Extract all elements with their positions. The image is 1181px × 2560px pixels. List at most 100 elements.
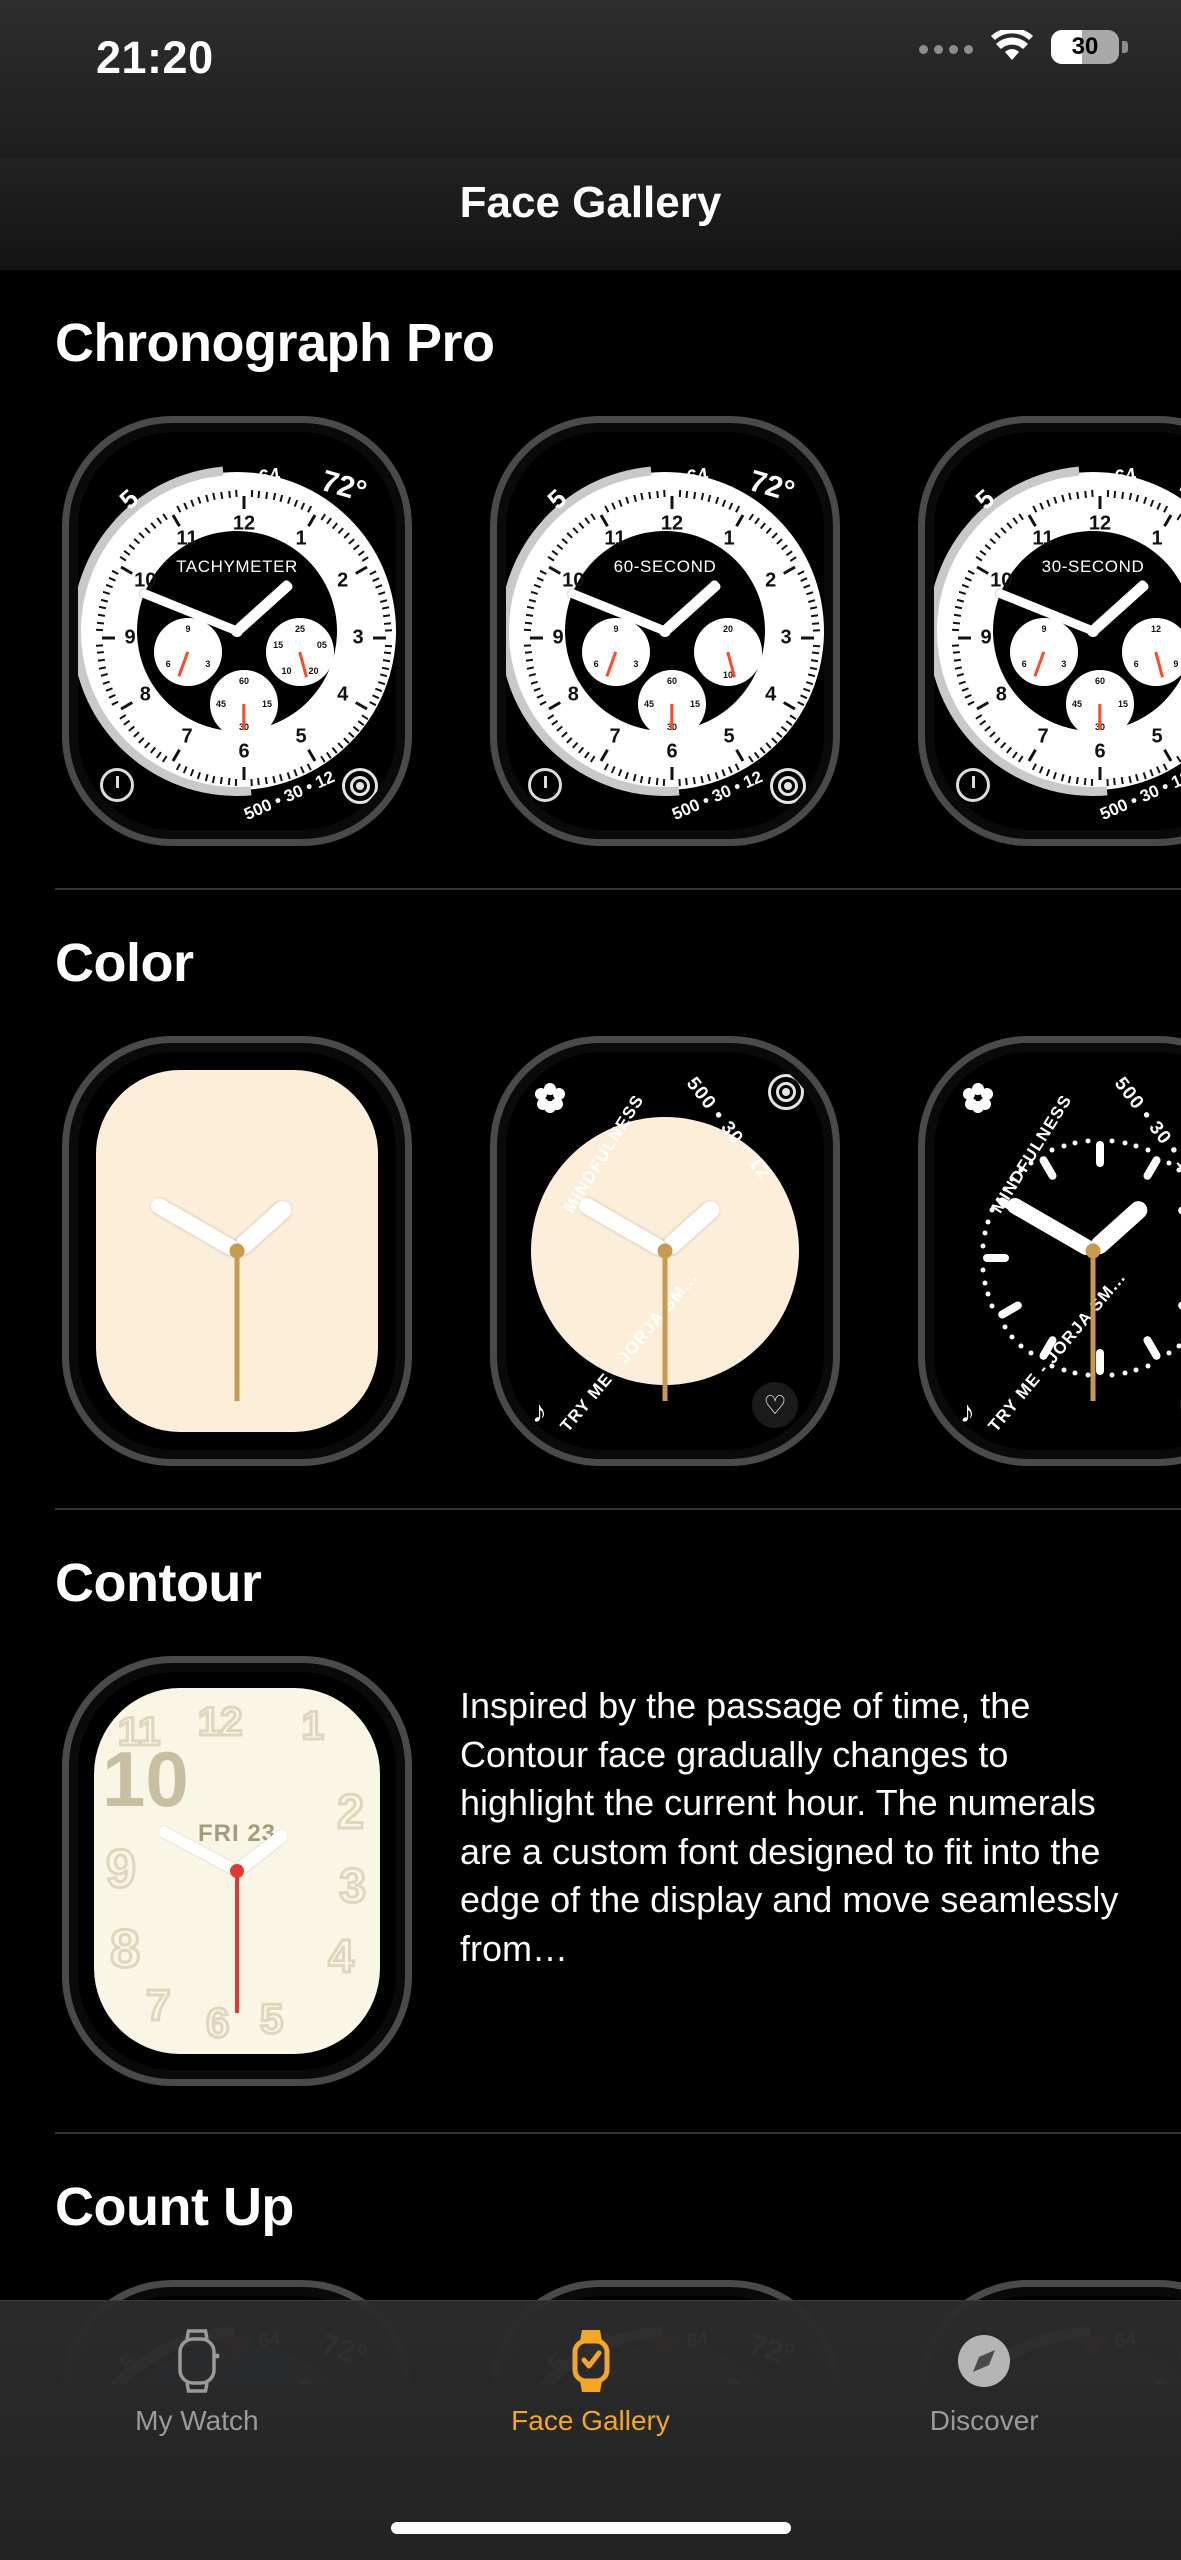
scroll-content[interactable]: Chronograph Pro UVI 5 64 72° 88 TACHYMET… bbox=[0, 270, 1181, 2384]
hour-numeral: 6 bbox=[666, 740, 678, 763]
tab-bar[interactable]: My Watch Face Gallery Discover bbox=[0, 2300, 1181, 2560]
hour-numeral: 4 bbox=[765, 683, 777, 706]
target-rings-icon[interactable] bbox=[342, 768, 378, 804]
hour-numeral: 4 bbox=[337, 683, 349, 706]
wifi-icon bbox=[990, 27, 1034, 64]
hour-numeral: 12 bbox=[1088, 512, 1112, 535]
bezel-label-mid: 64 bbox=[1113, 464, 1138, 489]
page-title: Face Gallery bbox=[459, 178, 722, 227]
hour-numeral: 7 bbox=[1037, 725, 1049, 748]
watch-check-icon bbox=[564, 2329, 618, 2393]
hour-numeral: 9 bbox=[980, 626, 992, 649]
timer-icon[interactable] bbox=[528, 768, 562, 802]
hour-numeral: 3 bbox=[352, 626, 364, 649]
second-hand bbox=[234, 1251, 240, 1401]
mindfulness-flower-icon[interactable] bbox=[532, 1080, 568, 1116]
bezel-label-mid: 64 bbox=[257, 464, 282, 489]
chronograph-subdial: 60153045 bbox=[210, 670, 278, 738]
contour-detail: 10 9 8 7 6 5 4 3 2 1 12 11 FRI 23 Inspir… bbox=[0, 1614, 1181, 2086]
hour-numeral: 5 bbox=[295, 725, 307, 748]
chronograph-subdial: 936 bbox=[154, 618, 222, 686]
mindfulness-flower-icon[interactable] bbox=[960, 1080, 996, 1116]
section-chronograph-pro: Chronograph Pro UVI 5 64 72° 88 TACHYMET… bbox=[0, 270, 1181, 890]
chronograph-subdial: 936 bbox=[1010, 618, 1078, 686]
music-note-icon[interactable]: ♪ bbox=[960, 1398, 975, 1428]
battery-percent: 30 bbox=[1071, 33, 1099, 60]
section-color: Color MINDFULNESS 500 • 30 • 12 TRY ME -… bbox=[0, 890, 1181, 1510]
home-indicator[interactable] bbox=[390, 2522, 791, 2534]
watch-screen: UVI 5 64 72° 88 60-SECOND 500 • 30 • 12 … bbox=[506, 432, 824, 830]
watch-screen bbox=[78, 1052, 396, 1450]
hour-numeral: 11 bbox=[176, 527, 198, 550]
heart-icon[interactable]: ♡ bbox=[752, 1382, 798, 1428]
chronograph-mode-label: 30-SECOND bbox=[1041, 557, 1145, 577]
status-bar: 21:20 30 bbox=[0, 0, 1181, 158]
tab-label: Face Gallery bbox=[511, 2405, 670, 2436]
chronograph-mode-label: 60-SECOND bbox=[613, 557, 717, 577]
watch-face-card-chronograph-30-second[interactable]: UVI 5 64 72° 88 30-SECOND 500 • 30 • 12 … bbox=[918, 416, 1181, 846]
tab-my-watch[interactable]: My Watch bbox=[0, 2301, 394, 2437]
chronograph-subdial: 20 10 bbox=[694, 618, 762, 686]
watch-screen: MINDFULNESS 500 • 30 • 12 TRY ME - JORJA… bbox=[934, 1052, 1181, 1450]
hour-numeral: 3 bbox=[780, 626, 792, 649]
watch-face-row[interactable]: UVI 5 64 72° 88 TACHYMETER 500 • 30 • 12… bbox=[0, 374, 1181, 846]
timer-icon[interactable] bbox=[100, 768, 134, 802]
watch-screen: UVI 5 64 72° 88 30-SECOND 500 • 30 • 12 … bbox=[934, 432, 1181, 830]
watch-face-row[interactable]: MINDFULNESS 500 • 30 • 12 TRY ME - JORJA… bbox=[0, 994, 1181, 1466]
phone-screen: Face Gallery 21:20 30 Chronograph Pro UV… bbox=[0, 0, 1181, 2560]
signal-dots-icon bbox=[919, 30, 973, 64]
watch-screen: 10 9 8 7 6 5 4 3 2 1 12 11 FRI 23 bbox=[78, 1672, 396, 2070]
hour-numeral: 2 bbox=[765, 569, 777, 592]
tab-label: Discover bbox=[929, 2405, 1039, 2436]
watch-screen: UVI 5 64 72° 88 TACHYMETER 500 • 30 • 12… bbox=[78, 432, 396, 830]
hour-numeral: 11 bbox=[604, 527, 626, 550]
target-rings-icon[interactable] bbox=[770, 768, 806, 804]
hour-numeral: 10 bbox=[562, 569, 585, 592]
music-note-icon[interactable]: ♪ bbox=[532, 1398, 547, 1428]
second-hand bbox=[662, 1251, 668, 1401]
chronograph-mode-label: TACHYMETER bbox=[176, 557, 298, 577]
hour-numeral: 8 bbox=[139, 683, 151, 706]
watch-face-card-color-black[interactable]: MINDFULNESS 500 • 30 • 12 TRY ME - JORJA… bbox=[918, 1036, 1181, 1466]
hour-numeral: 1 bbox=[723, 527, 735, 550]
hour-numeral: 1 bbox=[1151, 527, 1163, 550]
hour-numeral: 5 bbox=[1151, 725, 1163, 748]
hour-numeral: 5 bbox=[723, 725, 735, 748]
watch-face-card-chronograph-60-second[interactable]: UVI 5 64 72° 88 60-SECOND 500 • 30 • 12 … bbox=[490, 416, 840, 846]
hour-numeral: 6 bbox=[238, 740, 250, 763]
watch-face-card-color-circle[interactable]: MINDFULNESS 500 • 30 • 12 TRY ME - JORJA… bbox=[490, 1036, 840, 1466]
tab-label: My Watch bbox=[135, 2405, 259, 2436]
second-hand bbox=[1090, 1251, 1096, 1401]
status-time: 21:20 bbox=[96, 32, 214, 83]
section-title: Color bbox=[55, 933, 194, 993]
hour-numeral: 8 bbox=[567, 683, 579, 706]
hour-numeral: 12 bbox=[660, 512, 684, 535]
section-title: Count Up bbox=[55, 2177, 294, 2237]
battery-icon: 30 bbox=[1051, 30, 1128, 64]
chronograph-subdial: 12 9 6 bbox=[1122, 618, 1181, 686]
compass-icon bbox=[954, 2329, 1014, 2393]
timer-icon[interactable] bbox=[956, 768, 990, 802]
hour-numeral: 2 bbox=[337, 569, 349, 592]
status-icons: 30 bbox=[919, 27, 1128, 64]
watch-face-card-contour[interactable]: 10 9 8 7 6 5 4 3 2 1 12 11 FRI 23 bbox=[62, 1656, 412, 2086]
second-hand bbox=[235, 1871, 239, 2013]
chronograph-subdial: 25 05 20 10 15 bbox=[266, 618, 334, 686]
chronograph-subdial: 60153045 bbox=[1066, 670, 1134, 738]
tab-face-gallery[interactable]: Face Gallery bbox=[394, 2301, 788, 2437]
bezel-label-mid: 64 bbox=[685, 464, 710, 489]
hour-numeral: 9 bbox=[552, 626, 564, 649]
watch-face-card-color-plain[interactable] bbox=[62, 1036, 412, 1466]
tab-discover[interactable]: Discover bbox=[787, 2301, 1181, 2437]
contour-dial: 10 9 8 7 6 5 4 3 2 1 12 11 FRI 23 bbox=[94, 1688, 380, 2054]
target-rings-icon[interactable] bbox=[768, 1074, 804, 1110]
hour-numeral: 12 bbox=[232, 512, 256, 535]
watch-face-card-chronograph-tachymeter[interactable]: UVI 5 64 72° 88 TACHYMETER 500 • 30 • 12… bbox=[62, 416, 412, 846]
hour-numeral: 9 bbox=[124, 626, 136, 649]
hour-numeral: 7 bbox=[181, 725, 193, 748]
hour-numeral: 7 bbox=[609, 725, 621, 748]
hour-numeral: 8 bbox=[995, 683, 1007, 706]
watch-outline-icon bbox=[170, 2329, 224, 2393]
chronograph-subdial: 936 bbox=[582, 618, 650, 686]
section-title: Contour bbox=[55, 1553, 262, 1613]
